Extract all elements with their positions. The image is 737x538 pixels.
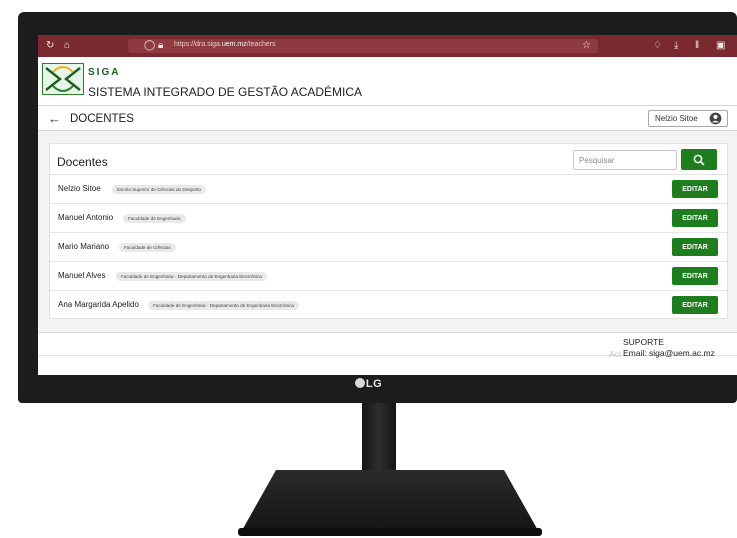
screen: ↻ ⌂ ◯ 🔒︎ https://dra.siga.uem.mz/teacher… [38,35,737,375]
table-row: Manuel Antonio Faculdade de Engenharia E… [50,203,727,232]
back-arrow-icon[interactable]: ← [48,111,61,126]
monitor-stand-neck [362,403,396,479]
page-header: ← DOCENTES Nelzio Sitoe [38,105,737,131]
edit-button[interactable]: EDITAR [672,267,718,285]
monitor-brand-logo: LG [0,378,737,390]
edit-button[interactable]: EDITAR [672,180,718,198]
monitor-brand-text: LG [365,378,383,390]
support-title: SUPORTE [623,337,664,347]
home-icon[interactable]: ⌂ [64,40,70,51]
teacher-name: Manuel Antonio [58,213,114,222]
faculty-badge: Faculdade de Engenharia - Departamento d… [116,272,267,281]
monitor-stand-base [240,470,540,534]
teacher-name: Manuel Alves [58,271,106,280]
teacher-name: Ana Margarida Apelido [58,300,139,309]
email-label: Email: [623,348,647,358]
table-row: Mario Mariano Faculdade de Ciências EDIT… [50,232,727,261]
support-contact: Email: siga@uem.ac.mz [623,348,715,358]
shield-icon[interactable]: ◯ [144,40,155,51]
faculty-badge: Faculdade de Engenharia - Departamento d… [148,301,299,310]
edit-button[interactable]: EDITAR [672,209,718,227]
siga-logo-icon [42,63,84,95]
footer-divider [38,355,737,375]
sidebar-icon[interactable]: ▣ [716,40,725,51]
lock-icon[interactable]: 🔒︎ [158,40,163,51]
library-icon[interactable]: ‖ [695,40,699,51]
search-input[interactable] [573,150,677,170]
teacher-name: Mario Mariano [58,242,110,251]
browser-toolbar: ↻ ⌂ ◯ 🔒︎ https://dra.siga.uem.mz/teacher… [38,35,737,57]
teachers-list: Nelzio Sitoe Escola Superior de Ciências… [50,174,727,319]
search-button[interactable] [681,149,717,170]
edit-button[interactable]: EDITAR [672,296,718,314]
page-title: DOCENTES [70,113,134,125]
table-row: Manuel Alves Faculdade de Engenharia - D… [50,261,727,290]
card-title: Docentes [57,155,108,169]
download-icon[interactable]: ⤓ [674,40,678,51]
footer: Act SUPORTE Email: siga@uem.ac.mz [38,332,737,375]
lg-logo-icon [354,378,365,388]
search-icon [693,154,705,166]
siga-logo-text: SIGA [88,67,121,78]
pocket-icon[interactable]: ♢ [653,40,662,51]
edit-button[interactable]: EDITAR [672,238,718,256]
table-row: Nelzio Sitoe Escola Superior de Ciências… [50,174,727,203]
user-menu[interactable]: Nelzio Sitoe [648,110,728,127]
activate-windows-watermark: Act [609,349,622,359]
bookmark-star-icon[interactable]: ☆ [582,40,591,51]
url-text[interactable]: https://dra.siga.uem.mz/teachers [174,41,276,48]
faculty-badge: Faculdade de Engenharia [123,214,186,223]
app-header: SIGA SISTEMA INTEGRADO DE GESTÃO ACADÉMI… [38,57,737,105]
teacher-name: Nelzio Sitoe [58,184,101,193]
reload-icon[interactable]: ↻ [46,40,54,51]
table-row: Ana Margarida Apelido Faculdade de Engen… [50,290,727,319]
system-name: SISTEMA INTEGRADO DE GESTÃO ACADÉMICA [88,85,363,99]
faculty-badge: Escola Superior de Ciências do Desporto [112,185,207,194]
docentes-card: Docentes Nelzio Sitoe Escola Superior de… [49,143,728,319]
user-name: Nelzio Sitoe [655,114,698,123]
support-email-link[interactable]: siga@uem.ac.mz [649,348,715,358]
user-account-icon [709,112,722,125]
monitor-stand-base-edge [238,528,542,536]
faculty-badge: Faculdade de Ciências [119,243,176,252]
